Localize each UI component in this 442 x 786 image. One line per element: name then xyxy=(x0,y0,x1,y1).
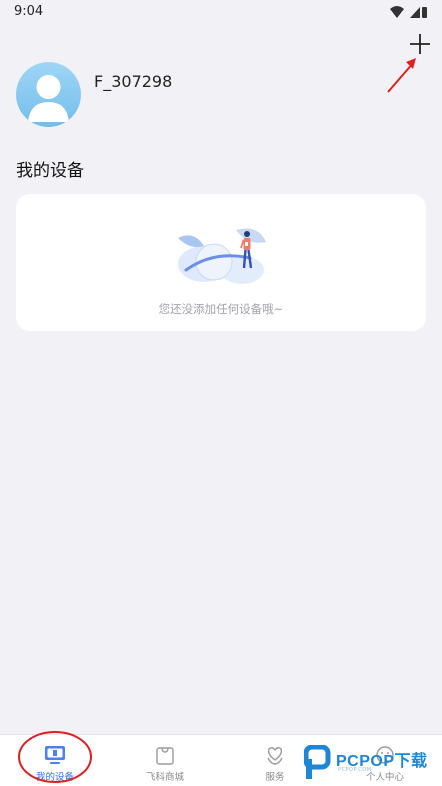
circle-annotation xyxy=(18,731,92,783)
arrow-annotation xyxy=(387,58,416,93)
wifi-icon xyxy=(390,6,404,18)
empty-state-illustration xyxy=(178,228,266,284)
device-card: 您还没添加任何设备哦~ xyxy=(16,194,426,331)
username: F_307298 xyxy=(94,72,173,91)
watermark-subtext: PCPOP.COM xyxy=(338,767,372,773)
watermark-logo-icon xyxy=(304,745,331,779)
heart-hand-icon xyxy=(267,747,283,765)
battery-icon xyxy=(422,7,427,18)
tab-label: 飞科商城 xyxy=(145,772,184,783)
shopping-bag-icon xyxy=(156,747,174,765)
cellular-signal-icon xyxy=(410,7,420,18)
section-title: 我的设备 xyxy=(16,161,84,181)
watermark: PCPOP下载 PCPOP.COM xyxy=(304,743,440,783)
empty-state-text: 您还没添加任何设备哦~ xyxy=(158,302,284,316)
avatar[interactable] xyxy=(16,62,81,127)
user-silhouette-icon xyxy=(28,75,69,122)
status-icons xyxy=(390,6,427,18)
status-bar: 9:04 xyxy=(0,0,442,24)
tab-mall[interactable]: 飞科商城 xyxy=(110,735,220,786)
add-device-button[interactable] xyxy=(408,32,432,56)
status-time: 9:04 xyxy=(14,4,44,19)
